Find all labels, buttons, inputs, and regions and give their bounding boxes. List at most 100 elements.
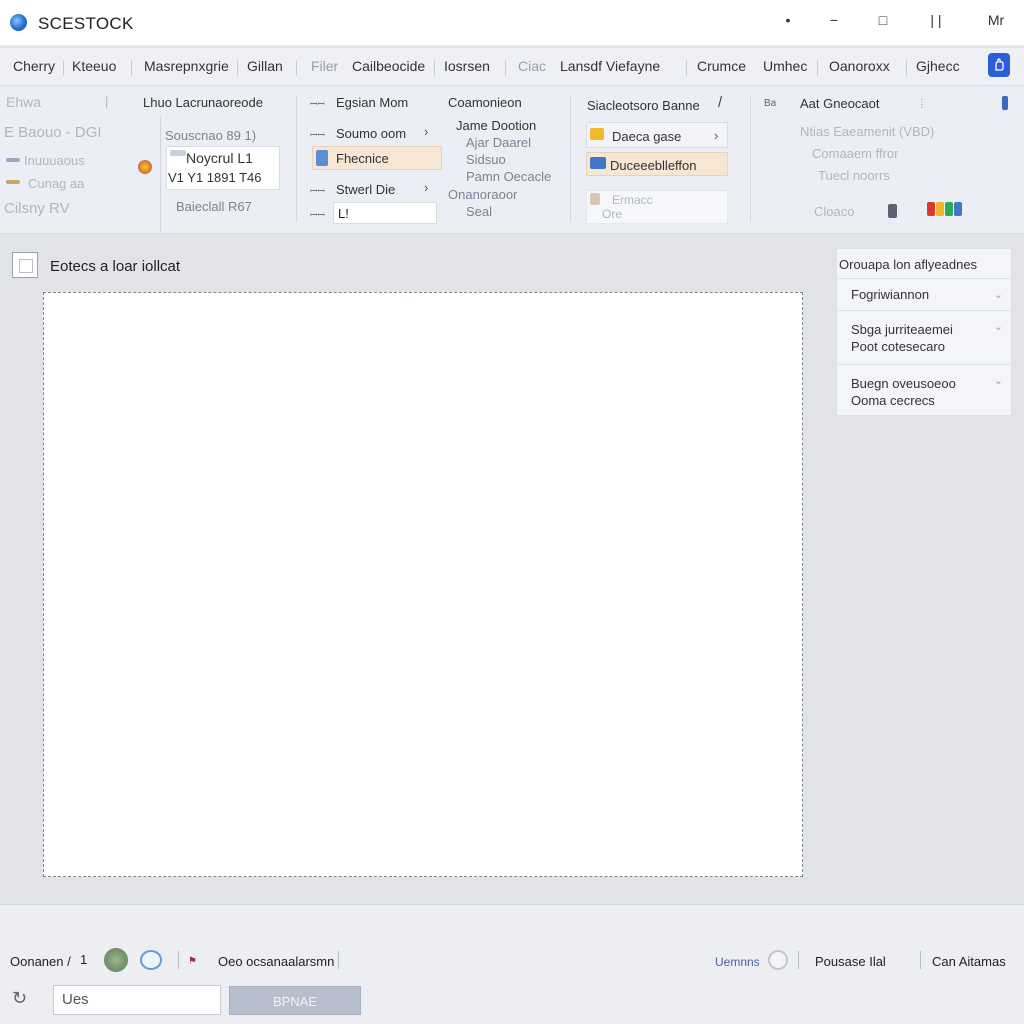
ribbon-option[interactable]: Stwerl Die <box>336 182 395 197</box>
tab-cailbeocide[interactable]: Cailbeocide <box>352 58 425 74</box>
ribbon-label: Sidsuo <box>466 152 506 167</box>
status-divider <box>178 951 179 969</box>
refresh-icon[interactable]: ↻ <box>12 988 27 1009</box>
bottom-input[interactable]: Ues <box>53 985 221 1015</box>
gallery-item-label: Ermacc <box>612 193 653 207</box>
tab-lansdf[interactable]: Lansdf Viefayne <box>560 58 660 74</box>
file-icon <box>590 193 600 205</box>
bar-icon <box>6 158 20 162</box>
tab-masrepnxgrie[interactable]: Masrepnxgrie <box>144 58 229 74</box>
ribbon-label: Souscnao 89 1) <box>165 128 257 143</box>
account-button[interactable] <box>988 53 1010 77</box>
field-icon <box>170 150 186 156</box>
bullet-icon: ꟷꟷ <box>310 186 325 196</box>
ribbon-group-header: Aat Gneocaot <box>800 96 880 111</box>
color-green-swatch[interactable] <box>945 202 953 216</box>
chevron-down-icon: ⌄ <box>993 375 1003 387</box>
chevron-down-icon: ⌄ <box>993 321 1003 333</box>
title-bar: SCESTOCK • − □ | | Mr <box>0 0 1024 46</box>
tab-umhec[interactable]: Umhec <box>763 58 807 74</box>
tab-cherry[interactable]: Cherry <box>13 58 55 74</box>
app-logo-icon <box>10 14 27 31</box>
side-panel-item[interactable]: Fogriwiannon ⌄ <box>837 279 1013 311</box>
bullet-icon: ꟷꟷ <box>310 130 325 140</box>
tab-filer[interactable]: Filer <box>311 58 338 74</box>
tab-crumce[interactable]: Crumce <box>697 58 746 74</box>
minimize-button[interactable]: − <box>822 12 846 28</box>
ribbon-input[interactable]: L! <box>333 202 437 224</box>
status-count: 1 <box>80 952 88 967</box>
color-blue-swatch[interactable] <box>954 202 962 216</box>
ribbon-label: Jame Dootion <box>456 118 537 133</box>
menu-divider <box>434 60 435 76</box>
menu-divider <box>131 60 132 76</box>
side-item-line2: Poot cotesecaro <box>851 339 945 354</box>
ribbon-option[interactable]: Egsian Mom <box>336 95 408 110</box>
ribbon-faint-label: E Baouo - DGI <box>4 124 102 141</box>
side-panel: Orouapa lon aflyeadnes Fogriwiannon ⌄ Sb… <box>836 248 1013 417</box>
ribbon-faint-label: Comaaem ffror <box>812 146 899 161</box>
tab-iosrsen[interactable]: Iosrsen <box>444 58 490 74</box>
document-toggle[interactable] <box>12 252 38 278</box>
ribbon-faint-mark: | <box>105 94 109 109</box>
pin-icon[interactable] <box>1002 96 1008 110</box>
pause-button[interactable]: | | <box>924 12 948 28</box>
tab-kteeuo[interactable]: Kteeuo <box>72 58 116 74</box>
status-label: Oonanen / <box>10 954 71 969</box>
menu-divider <box>817 60 818 76</box>
side-item-line2: Ooma cecrecs <box>851 393 935 408</box>
color-red-swatch[interactable] <box>927 202 935 216</box>
ribbon-label: Seal <box>466 204 493 219</box>
marker-icon[interactable] <box>888 204 897 218</box>
side-item-line1: Sbga jurriteaemei <box>851 322 953 337</box>
expand-icon[interactable]: / <box>718 94 722 111</box>
side-panel-header: Orouapa lon aflyeadnes <box>837 249 1013 279</box>
color-yellow-swatch[interactable] <box>936 202 944 216</box>
gallery-item-label: Ore <box>602 207 623 221</box>
document-canvas[interactable] <box>43 292 803 877</box>
tag-icon <box>6 180 20 184</box>
ribbon-label: Pamn Oecacle <box>466 169 552 184</box>
tab-gjhecc[interactable]: Gjhecc <box>916 58 960 74</box>
side-item-line1: Fogriwiannon <box>851 287 930 302</box>
chevron-down-icon: ⌄ <box>993 289 1003 301</box>
menu-bar: Cherry Kteeuo Masrepnxgrie Gillan Filer … <box>0 48 1024 86</box>
ribbon-option[interactable]: Soumo oom <box>336 126 406 141</box>
tab-ciac[interactable]: Ciac <box>518 58 546 74</box>
ribbon-faint-mark: ⁞ <box>920 96 924 111</box>
ribbon-group-header: Siacleotsoro Banne <box>587 98 700 113</box>
globe-icon[interactable] <box>104 948 128 972</box>
bullet-icon: ꟷꟷ <box>310 210 325 220</box>
menu-divider <box>63 60 64 76</box>
status-divider <box>338 951 339 969</box>
tab-oanoroxx[interactable]: Oanoroxx <box>829 58 890 74</box>
status-link[interactable]: Uemnns <box>715 955 760 969</box>
menu-divider <box>686 60 687 76</box>
clock-icon[interactable] <box>768 950 788 970</box>
tab-gillan[interactable]: Gillan <box>247 58 283 74</box>
side-panel-item[interactable]: Buegn oveusoeoo Ooma cecrecs ⌄ <box>837 365 1013 417</box>
menu-divider <box>237 60 238 76</box>
ribbon-faint-label: Ehwa <box>6 94 42 110</box>
gallery-item-label: Daeca gase <box>612 129 682 144</box>
bullet-icon: ꟷꟷ <box>310 99 325 109</box>
selected-field-top: Noycrul L1 <box>186 150 253 166</box>
status-info: Pousase Ilal <box>815 954 886 969</box>
status-info: Can Aitamas <box>932 954 1006 969</box>
selected-field-bottom: V1 Y1 1891 T46 <box>168 170 262 185</box>
user-menu-button[interactable]: Mr <box>984 12 1008 28</box>
bottom-action-button[interactable]: BPNAE <box>229 986 361 1015</box>
ribbon-divider <box>160 116 161 232</box>
ribbon-group-header: Coamonieon <box>448 95 522 110</box>
maximize-button[interactable]: □ <box>871 12 895 28</box>
link-icon[interactable] <box>140 950 162 970</box>
color-wheel-icon[interactable] <box>138 160 152 174</box>
side-panel-item[interactable]: Sbga jurriteaemei Poot cotesecaro ⌄ <box>837 311 1013 365</box>
hand-icon <box>995 58 1004 71</box>
ribbon-divider <box>750 96 751 222</box>
dot-icon[interactable]: • <box>776 12 800 28</box>
status-divider <box>920 951 921 969</box>
ribbon-faint-label: Ntias Eaeamenit (VBD) <box>800 124 935 139</box>
flag-icon: ⚑ <box>188 956 197 967</box>
ribbon-faint-label: Inuuuaous <box>24 153 85 168</box>
